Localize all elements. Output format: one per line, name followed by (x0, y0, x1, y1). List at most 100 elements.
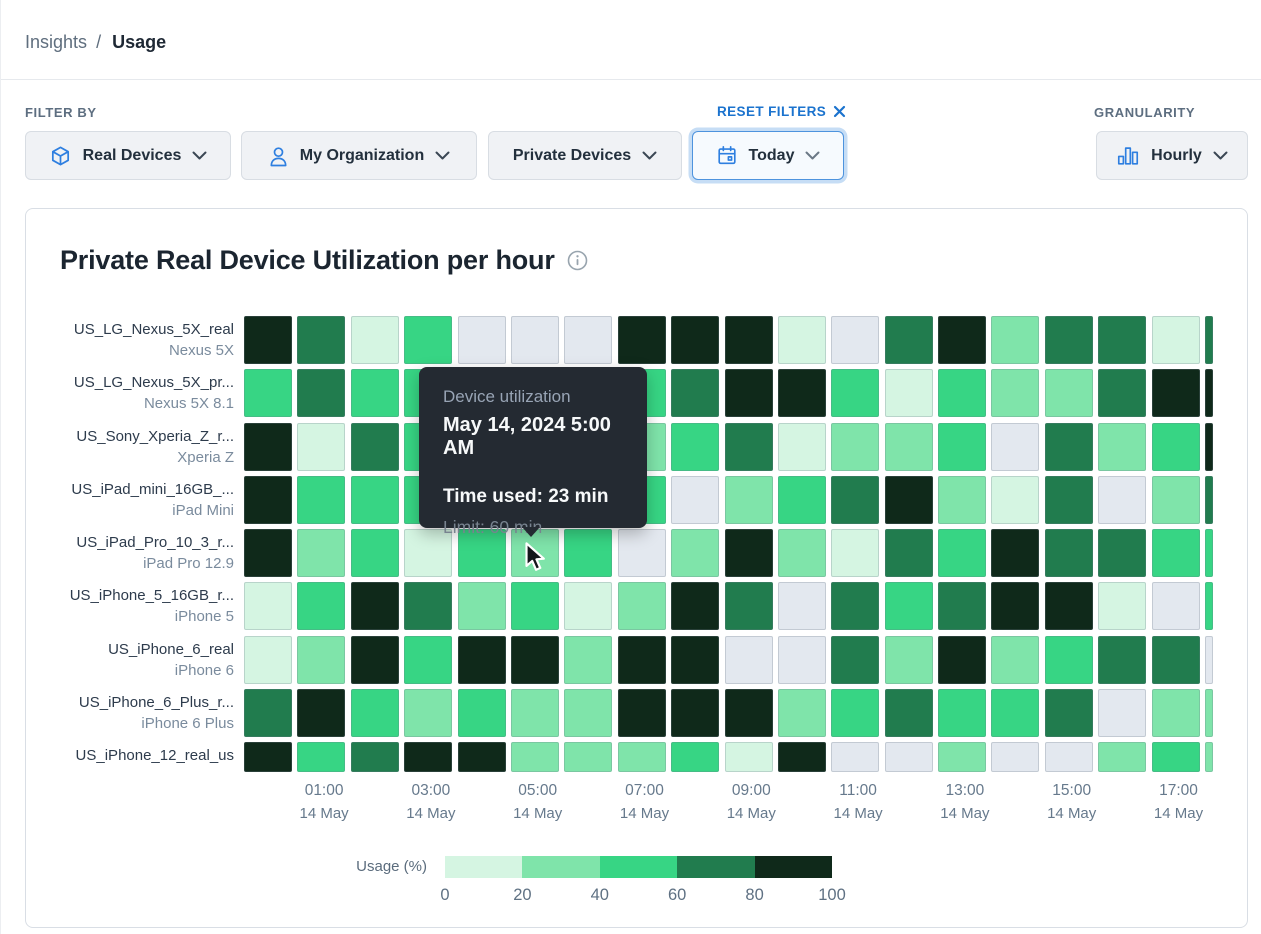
heatmap-cell[interactable] (1205, 582, 1213, 630)
heatmap-cell[interactable] (1205, 742, 1213, 772)
heatmap-cell[interactable] (618, 689, 666, 737)
heatmap-cell[interactable] (885, 423, 933, 471)
heatmap-cell[interactable] (458, 636, 506, 684)
info-icon[interactable] (567, 250, 588, 271)
heatmap-cell[interactable] (1205, 529, 1213, 577)
heatmap-cell[interactable] (1045, 689, 1093, 737)
heatmap-cell[interactable] (671, 369, 719, 417)
heatmap-cell[interactable] (1205, 423, 1213, 471)
heatmap-cell[interactable] (351, 369, 399, 417)
heatmap-cell[interactable] (671, 423, 719, 471)
heatmap-cell[interactable] (725, 689, 773, 737)
heatmap-cell[interactable] (618, 742, 666, 772)
heatmap-cell[interactable] (244, 689, 292, 737)
heatmap-cell[interactable] (938, 476, 986, 524)
heatmap-cell[interactable] (511, 742, 559, 772)
heatmap-cell[interactable] (671, 742, 719, 772)
heatmap-cell[interactable] (885, 636, 933, 684)
heatmap-cell[interactable] (671, 582, 719, 630)
heatmap-cell[interactable] (404, 582, 452, 630)
heatmap-cell[interactable] (404, 636, 452, 684)
heatmap-cell[interactable] (1152, 582, 1200, 630)
heatmap-cell[interactable] (778, 689, 826, 737)
heatmap-cell[interactable] (297, 742, 345, 772)
heatmap-cell[interactable] (244, 742, 292, 772)
heatmap-cell[interactable] (1205, 636, 1213, 684)
heatmap-cell[interactable] (297, 316, 345, 364)
heatmap-cell[interactable] (1098, 636, 1146, 684)
heatmap-cell[interactable] (244, 582, 292, 630)
heatmap-cell[interactable] (297, 636, 345, 684)
heatmap-cell[interactable] (831, 636, 879, 684)
heatmap-cell[interactable] (1098, 316, 1146, 364)
heatmap-cell[interactable] (778, 636, 826, 684)
heatmap-cell[interactable] (1205, 316, 1213, 364)
heatmap-cell[interactable] (458, 316, 506, 364)
heatmap-cell[interactable] (351, 529, 399, 577)
heatmap-cell[interactable] (991, 316, 1039, 364)
heatmap-cell[interactable] (1205, 369, 1213, 417)
heatmap-cell[interactable] (297, 529, 345, 577)
heatmap-cell[interactable] (725, 742, 773, 772)
heatmap-cell[interactable] (1098, 423, 1146, 471)
heatmap-cell[interactable] (297, 689, 345, 737)
heatmap-cell[interactable] (1098, 529, 1146, 577)
heatmap-cell[interactable] (725, 582, 773, 630)
heatmap-cell[interactable] (1205, 476, 1213, 524)
heatmap-cell[interactable] (351, 476, 399, 524)
breadcrumb-insights[interactable]: Insights (25, 32, 87, 52)
heatmap-cell[interactable] (831, 689, 879, 737)
heatmap-cell[interactable] (1098, 689, 1146, 737)
heatmap-cell[interactable] (778, 369, 826, 417)
heatmap-cell[interactable] (725, 529, 773, 577)
heatmap-cell[interactable] (991, 423, 1039, 471)
heatmap-cell[interactable] (991, 369, 1039, 417)
heatmap-cell[interactable] (511, 689, 559, 737)
heatmap-cell[interactable] (991, 689, 1039, 737)
heatmap-cell[interactable] (778, 582, 826, 630)
heatmap-cell[interactable] (1152, 369, 1200, 417)
heatmap-cell[interactable] (938, 582, 986, 630)
heatmap-cell[interactable] (831, 423, 879, 471)
heatmap-cell[interactable] (618, 529, 666, 577)
heatmap-cell[interactable] (671, 476, 719, 524)
heatmap-cell[interactable] (831, 582, 879, 630)
heatmap-cell[interactable] (244, 636, 292, 684)
heatmap-cell[interactable] (991, 529, 1039, 577)
heatmap-cell[interactable] (831, 742, 879, 772)
heatmap-cell[interactable] (885, 316, 933, 364)
heatmap-cell[interactable] (244, 369, 292, 417)
heatmap-cell[interactable] (1152, 423, 1200, 471)
heatmap-cell[interactable] (618, 316, 666, 364)
heatmap-cell[interactable] (458, 582, 506, 630)
heatmap-cell[interactable] (725, 476, 773, 524)
heatmap-cell[interactable] (1205, 689, 1213, 737)
heatmap-cell[interactable] (831, 476, 879, 524)
heatmap-cell[interactable] (1045, 636, 1093, 684)
heatmap-cell[interactable] (511, 582, 559, 630)
granularity-dropdown[interactable]: Hourly (1096, 131, 1248, 180)
heatmap-cell[interactable] (564, 316, 612, 364)
heatmap-cell[interactable] (297, 369, 345, 417)
heatmap-cell[interactable] (671, 316, 719, 364)
heatmap-cell[interactable] (564, 742, 612, 772)
heatmap-cell[interactable] (297, 476, 345, 524)
heatmap-cell[interactable] (297, 423, 345, 471)
heatmap-cell[interactable] (885, 476, 933, 524)
heatmap-cell[interactable] (458, 689, 506, 737)
heatmap-cell[interactable] (938, 742, 986, 772)
heatmap-cell[interactable] (885, 582, 933, 630)
heatmap-cell[interactable] (1152, 316, 1200, 364)
heatmap-cell[interactable] (991, 476, 1039, 524)
heatmap-cell[interactable] (1045, 369, 1093, 417)
heatmap-cell[interactable] (351, 582, 399, 630)
heatmap-cell[interactable] (831, 316, 879, 364)
heatmap-cell[interactable] (1152, 742, 1200, 772)
heatmap-cell[interactable] (725, 423, 773, 471)
heatmap-cell[interactable] (244, 529, 292, 577)
real-devices-dropdown[interactable]: Real Devices (25, 131, 231, 180)
heatmap-cell[interactable] (404, 316, 452, 364)
heatmap-cell[interactable] (938, 636, 986, 684)
date-range-dropdown[interactable]: Today (692, 131, 844, 180)
heatmap-cell[interactable] (618, 582, 666, 630)
